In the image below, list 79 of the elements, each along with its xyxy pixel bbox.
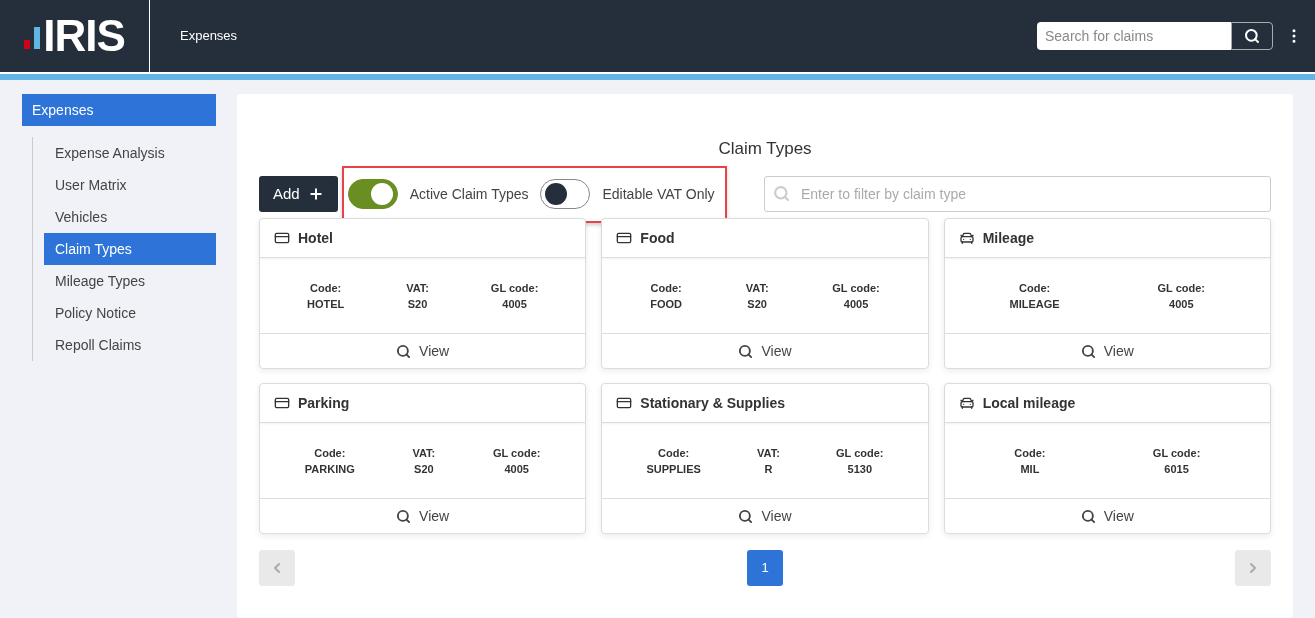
field-value: 6015 bbox=[1164, 461, 1189, 477]
sidebar-item[interactable]: Claim Types bbox=[44, 233, 216, 265]
credit-card-icon bbox=[274, 230, 290, 246]
view-button[interactable]: View bbox=[260, 499, 586, 533]
field-value: MILEAGE bbox=[1009, 296, 1060, 312]
field-value: 4005 bbox=[843, 296, 869, 312]
card-title: Stationary & Supplies bbox=[640, 393, 786, 413]
field-label: GL code: bbox=[1152, 445, 1201, 461]
sidebar-heading[interactable]: Expenses bbox=[22, 94, 216, 126]
field-value: MIL bbox=[1020, 461, 1040, 477]
page-title: Claim Types bbox=[717, 138, 813, 160]
field-label: GL code: bbox=[836, 445, 884, 461]
search-field[interactable]: Search for claims bbox=[1037, 22, 1231, 50]
field-value: 4005 bbox=[504, 461, 529, 477]
toggle-label: Editable VAT Only bbox=[602, 184, 715, 204]
field-label: GL code: bbox=[832, 280, 880, 296]
search-icon bbox=[396, 343, 412, 359]
view-button[interactable]: View bbox=[602, 499, 928, 533]
field-value: HOTEL bbox=[306, 296, 345, 312]
search-icon bbox=[738, 508, 754, 524]
filter-field[interactable]: Enter to filter by claim type bbox=[764, 176, 1271, 212]
field-value: 4005 bbox=[502, 296, 527, 312]
sidebar-item[interactable]: Mileage Types bbox=[44, 265, 216, 297]
card-title: Mileage bbox=[982, 228, 1034, 248]
field-value: S20 bbox=[407, 296, 428, 312]
field-label: GL code: bbox=[490, 280, 539, 296]
field-label: VAT: bbox=[412, 445, 436, 461]
logo: IRIS bbox=[43, 14, 125, 58]
field-value: SUPPLIES bbox=[646, 461, 701, 477]
toggle-switch[interactable] bbox=[540, 179, 591, 209]
sidebar-item[interactable]: Vehicles bbox=[44, 201, 216, 233]
search-icon bbox=[1080, 508, 1096, 524]
field-label: Code: bbox=[1019, 280, 1051, 296]
view-button[interactable]: View bbox=[602, 334, 928, 368]
plus-icon bbox=[307, 186, 324, 202]
view-button[interactable]: View bbox=[944, 499, 1270, 533]
field-label: GL code: bbox=[493, 445, 541, 461]
sidebar-item[interactable]: Repoll Claims bbox=[44, 329, 216, 361]
field-label: VAT: bbox=[745, 280, 769, 296]
view-button[interactable]: View bbox=[260, 334, 586, 368]
field-label: Code: bbox=[310, 280, 342, 296]
search-icon bbox=[738, 343, 754, 359]
search-icon bbox=[1080, 343, 1096, 359]
field-label: VAT: bbox=[757, 445, 780, 461]
toggle-switch[interactable] bbox=[347, 179, 398, 209]
car-icon bbox=[958, 230, 975, 246]
field-value: R bbox=[764, 461, 773, 477]
field-value: PARKING bbox=[304, 461, 355, 477]
field-value: 4005 bbox=[1169, 296, 1194, 312]
field-value: S20 bbox=[414, 461, 434, 477]
page-number-button[interactable]: 1 bbox=[747, 550, 783, 586]
app-title: Expenses bbox=[180, 27, 238, 46]
field-value: 5130 bbox=[847, 461, 873, 477]
card-title: Hotel bbox=[298, 228, 333, 248]
card-title: Parking bbox=[298, 393, 350, 413]
field-label: Code: bbox=[1014, 445, 1046, 461]
field-label: Code: bbox=[650, 280, 682, 296]
field-value: S20 bbox=[747, 296, 767, 312]
sidebar-item[interactable]: Expense Analysis bbox=[44, 137, 216, 169]
toggle-label: Active Claim Types bbox=[409, 184, 529, 204]
credit-card-icon bbox=[616, 395, 633, 411]
sidebar-item[interactable]: User Matrix bbox=[44, 169, 216, 201]
credit-card-icon bbox=[616, 230, 633, 246]
field-label: Code: bbox=[314, 445, 346, 461]
view-button[interactable]: View bbox=[944, 334, 1270, 368]
search-icon bbox=[396, 508, 412, 524]
field-label: Code: bbox=[658, 445, 690, 461]
credit-card-icon bbox=[274, 395, 290, 411]
search-button[interactable] bbox=[1231, 22, 1273, 50]
add-button[interactable]: Add bbox=[259, 176, 338, 212]
car-icon bbox=[958, 395, 975, 411]
search-icon bbox=[1244, 28, 1260, 44]
field-label: GL code: bbox=[1157, 280, 1206, 296]
sidebar-item[interactable]: Policy Notice bbox=[44, 297, 216, 329]
card-title: Food bbox=[640, 228, 675, 248]
card-title: Local mileage bbox=[982, 393, 1076, 413]
field-value: FOOD bbox=[650, 296, 682, 312]
search-icon bbox=[773, 185, 790, 202]
field-label: VAT: bbox=[406, 280, 429, 296]
